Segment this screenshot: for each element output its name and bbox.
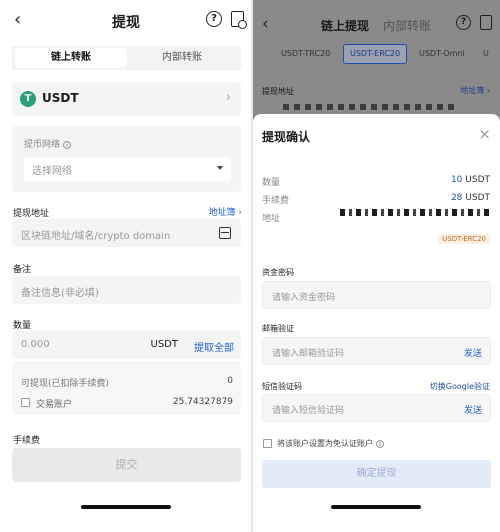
quantity-label: 数量 xyxy=(262,178,281,188)
address-label: 提现地址 xyxy=(262,87,294,96)
sms-code-label: 短信验证码 xyxy=(262,382,302,391)
available-value: 0 xyxy=(227,376,233,386)
info-icon[interactable]: i xyxy=(63,141,72,149)
top-bar: ‹ 提现 ? xyxy=(0,6,252,36)
network-tag: USDT-ERC20 xyxy=(438,234,490,244)
masked-address xyxy=(340,209,490,216)
home-indicator xyxy=(331,505,421,509)
back-icon[interactable]: ‹ xyxy=(262,14,269,34)
address-placeholder: 区块链地址/域名/crypto domain xyxy=(21,231,171,242)
fund-password-placeholder: 请输入资金密码 xyxy=(272,293,336,303)
exempt-account-checkbox[interactable] xyxy=(263,439,272,448)
withdraw-confirm-modal: 提现确认 × 数量 10 USDT 手续费 28 USDT 地址 USDT-ER… xyxy=(253,114,500,532)
network-chip[interactable]: USDT-Omni xyxy=(413,44,471,64)
usdt-icon: T xyxy=(20,91,36,107)
address-book-link[interactable]: 地址簿 › xyxy=(209,205,242,218)
tab-internal-transfer[interactable]: 内部转账 xyxy=(126,48,238,68)
network-chip-selected[interactable]: USDT-ERC20 xyxy=(343,44,408,64)
network-chip[interactable]: U xyxy=(477,44,495,64)
email-code-input[interactable]: 请输入邮箱验证码 发送 xyxy=(262,337,491,365)
confirm-withdraw-button[interactable]: 确定提现 xyxy=(262,460,491,488)
network-select[interactable]: 选择网络 xyxy=(24,157,231,181)
sms-code-placeholder: 请输入短信验证码 xyxy=(272,406,345,416)
trade-account-label: 交易账户 xyxy=(36,400,73,410)
withdraw-screen: ‹ 提现 ? 链上转账 内部转账 T USDT › 提币网络 i 选择网络 提现地… xyxy=(0,0,252,532)
withdraw-confirm-screen: ‹ 链上提现 内部转账 ? USDT-TRC20 USDT-ERC20 USDT… xyxy=(253,0,500,532)
help-icon[interactable]: ? xyxy=(206,11,222,27)
fee-value: 28 USDT xyxy=(450,193,490,203)
home-indicator xyxy=(81,505,171,509)
network-chip[interactable]: USDT-TRC20 xyxy=(275,44,336,64)
memo-label: 备注 xyxy=(13,265,32,275)
info-icon[interactable]: i xyxy=(376,440,384,448)
close-icon[interactable]: × xyxy=(478,125,491,143)
address-book-link[interactable]: 地址簿 › xyxy=(460,85,490,96)
fund-password-input[interactable]: 请输入资金密码 xyxy=(262,281,491,309)
trade-account-balance: 25.74327879 xyxy=(172,397,233,407)
tab-onchain-transfer[interactable]: 链上转账 xyxy=(15,48,127,68)
email-code-placeholder: 请输入邮箱验证码 xyxy=(272,349,345,359)
transfer-type-tabs: 链上转账 内部转账 xyxy=(12,46,241,70)
fee-label: 手续费 xyxy=(262,196,290,206)
masked-address xyxy=(283,104,458,110)
scan-icon[interactable] xyxy=(219,227,231,239)
caret-down-icon xyxy=(217,166,223,170)
memo-placeholder: 备注信息(非必填) xyxy=(21,288,99,299)
withdraw-all-button[interactable]: 提取全部 xyxy=(194,339,234,354)
amount-unit: USDT xyxy=(150,339,178,350)
available-label: 可提现(已扣除手续费) xyxy=(21,379,110,389)
fund-password-label: 资金密码 xyxy=(262,268,294,277)
coin-name: USDT xyxy=(42,91,79,105)
available-section: 可提现(已扣除手续费) 0 交易账户 25.74327879 xyxy=(12,361,241,415)
history-icon[interactable] xyxy=(480,15,492,30)
network-section: 提币网络 i 选择网络 xyxy=(12,126,241,192)
network-label: 提币网络 i xyxy=(24,137,72,150)
coin-selector[interactable]: T USDT › xyxy=(12,82,241,116)
exempt-account-label: 将该账户设置为免认证账户 i xyxy=(277,438,384,449)
modal-title: 提现确认 xyxy=(262,130,311,144)
amount-placeholder: 0.000 xyxy=(21,339,50,350)
send-sms-code-button[interactable]: 发送 xyxy=(464,403,482,416)
sms-code-input[interactable]: 请输入短信验证码 发送 xyxy=(262,394,491,422)
history-icon[interactable] xyxy=(231,11,247,29)
fee-label: 手续费 xyxy=(13,436,41,446)
switch-google-auth-link[interactable]: 切换Google验证 xyxy=(430,381,490,392)
trade-account-checkbox[interactable] xyxy=(21,398,30,407)
address-label: 地址 xyxy=(262,214,281,224)
submit-button[interactable]: 提交 xyxy=(12,448,241,482)
amount-input[interactable]: 0.000 USDT 提取全部 xyxy=(12,331,241,359)
chevron-right-icon: › xyxy=(225,90,231,105)
email-verify-label: 邮箱验证 xyxy=(262,324,294,333)
dimmed-background: ‹ 链上提现 内部转账 ? USDT-TRC20 USDT-ERC20 USDT… xyxy=(253,0,500,112)
network-placeholder: 选择网络 xyxy=(32,166,72,177)
memo-input[interactable]: 备注信息(非必填) xyxy=(12,276,241,304)
address-label: 提现地址 xyxy=(13,209,50,219)
tab-internal-transfer[interactable]: 内部转账 xyxy=(383,17,431,34)
tab-onchain-withdraw[interactable]: 链上提现 xyxy=(321,17,369,34)
quantity-value: 10 USDT xyxy=(450,175,490,185)
send-email-code-button[interactable]: 发送 xyxy=(464,346,482,359)
amount-label: 数量 xyxy=(13,321,32,331)
help-icon[interactable]: ? xyxy=(456,15,471,30)
address-input[interactable]: 区块链地址/域名/crypto domain xyxy=(12,219,241,247)
